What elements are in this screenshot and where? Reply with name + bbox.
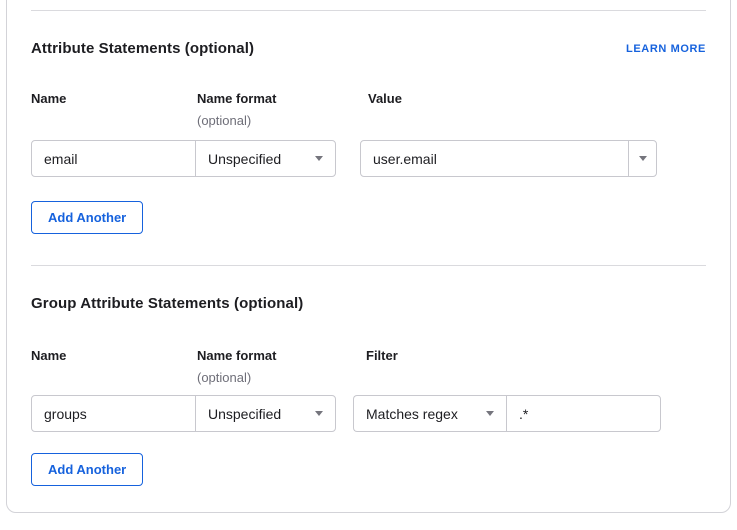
attr-value-dropdown-button[interactable] [628, 140, 657, 177]
group-filter-combobox: Matches regex [353, 395, 661, 432]
attr-name-format-selected-value: Unspecified [208, 151, 281, 167]
group-attribute-statements-title: Group Attribute Statements (optional) [31, 294, 303, 314]
attr-name-format-optional-label: (optional) [197, 110, 276, 132]
group-attribute-statements-header: Group Attribute Statements (optional) [31, 294, 706, 314]
section-divider [31, 265, 706, 266]
chevron-down-icon [315, 156, 323, 161]
group-add-another-button[interactable]: Add Another [31, 453, 143, 486]
saml-settings-card: Attribute Statements (optional) LEARN MO… [6, 0, 731, 513]
attribute-statements-header: Attribute Statements (optional) LEARN MO… [31, 39, 706, 59]
learn-more-link[interactable]: LEARN MORE [626, 43, 706, 55]
group-name-format-optional-label: (optional) [197, 367, 276, 389]
page-background: Attribute Statements (optional) LEARN MO… [0, 0, 737, 530]
attr-name-column-label: Name [31, 88, 66, 110]
group-name-format-column-label: Name format (optional) [197, 345, 276, 389]
attr-value-input[interactable] [360, 140, 629, 177]
chevron-down-icon [315, 411, 323, 416]
group-filter-column-label: Filter [366, 345, 398, 367]
group-row-name-format-group: Unspecified [31, 395, 336, 432]
group-filter-value-input[interactable] [506, 395, 661, 432]
chevron-down-icon [486, 411, 494, 416]
attr-value-column-label: Value [368, 88, 402, 110]
group-name-format-select[interactable]: Unspecified [195, 395, 336, 432]
group-name-format-selected-value: Unspecified [208, 406, 281, 422]
attr-name-input[interactable] [31, 140, 196, 177]
attr-name-format-select[interactable]: Unspecified [195, 140, 336, 177]
group-filter-type-selected-value: Matches regex [366, 406, 458, 422]
attribute-statements-title: Attribute Statements (optional) [31, 39, 254, 59]
attr-value-combobox [360, 140, 657, 177]
attr-name-format-column-label: Name format (optional) [197, 88, 276, 132]
group-name-column-label: Name [31, 345, 66, 367]
chevron-down-icon [639, 156, 647, 161]
attr-add-another-button[interactable]: Add Another [31, 201, 143, 234]
group-filter-type-select[interactable]: Matches regex [353, 395, 506, 432]
top-divider [31, 10, 706, 11]
attr-row-name-format-group: Unspecified [31, 140, 336, 177]
group-name-input[interactable] [31, 395, 196, 432]
